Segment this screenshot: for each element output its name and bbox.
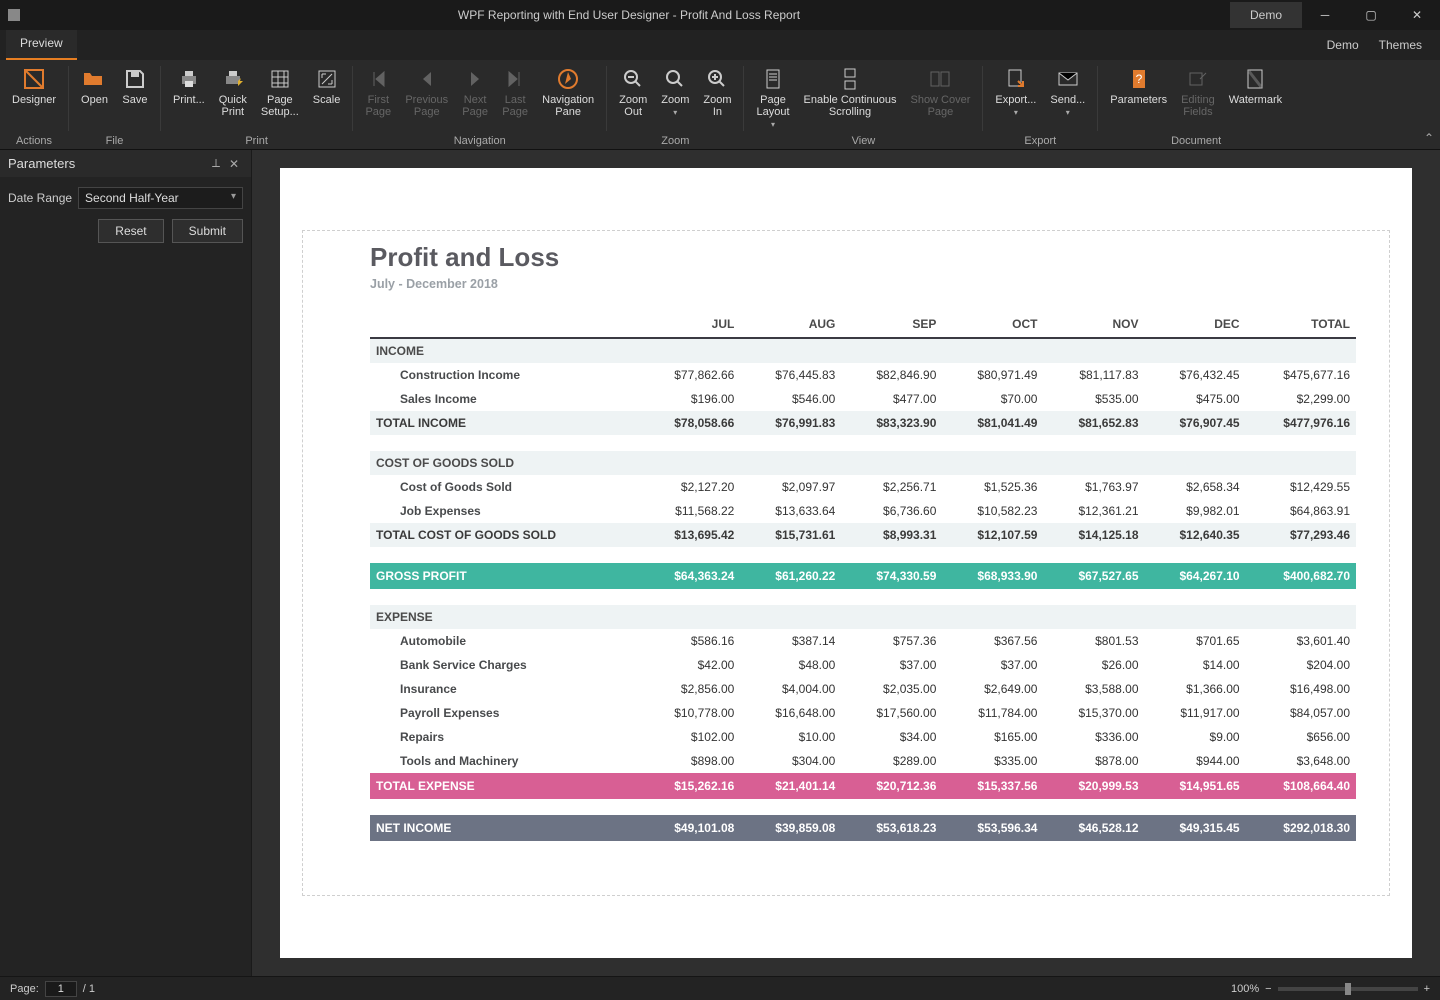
group-file-label: File (75, 133, 154, 147)
page-setup-button[interactable]: Page Setup... (255, 64, 305, 120)
close-button[interactable]: ✕ (1394, 0, 1440, 30)
zoom-value: 100% (1231, 983, 1259, 995)
first-page-button: First Page (359, 64, 397, 120)
scale-icon (314, 66, 340, 92)
last-page-button: Last Page (496, 64, 534, 120)
print-button[interactable]: Print... (167, 64, 211, 108)
parameters-panel: Parameters ⟂ ✕ Date Range Second Half-Ye… (0, 150, 252, 976)
continuous-scroll-button[interactable]: Enable Continuous Scrolling (798, 64, 903, 120)
group-document-label: Document (1104, 133, 1288, 147)
title-bar: WPF Reporting with End User Designer - P… (0, 0, 1440, 30)
page-layout-icon (760, 66, 786, 92)
folder-open-icon (81, 66, 107, 92)
window-title: WPF Reporting with End User Designer - P… (28, 8, 1230, 22)
page-label: Page: (10, 983, 39, 995)
zoom-in-button[interactable]: Zoom In (697, 64, 737, 120)
group-print-label: Print (167, 133, 346, 147)
envelope-icon (1055, 66, 1081, 92)
svg-text:?: ? (1135, 72, 1142, 86)
page-grid-icon (267, 66, 293, 92)
panel-close-icon[interactable]: ✕ (225, 157, 243, 171)
zoom-out-button[interactable]: Zoom Out (613, 64, 653, 120)
pin-icon[interactable]: ⟂ (207, 156, 225, 171)
zoom-slider[interactable] (1278, 987, 1418, 991)
cover-page-button: Show Cover Page (904, 64, 976, 120)
export-button[interactable]: Export... ▾ (989, 64, 1042, 119)
page-total: / 1 (83, 983, 95, 995)
open-button[interactable]: Open (75, 64, 114, 108)
zoom-in-icon (704, 66, 730, 92)
date-range-select[interactable]: Second Half-Year (78, 187, 243, 209)
report-page: Profit and Loss July - December 2018 JUL… (280, 168, 1412, 958)
save-icon (122, 66, 148, 92)
report-subtitle: July - December 2018 (370, 277, 1356, 291)
zoom-button[interactable]: Zoom ▾ (655, 64, 695, 119)
printer-bolt-icon (220, 66, 246, 92)
continuous-scroll-icon (837, 66, 863, 92)
demo-badge: Demo (1230, 2, 1302, 28)
group-actions-label: Actions (6, 133, 62, 147)
parameters-panel-title: Parameters (8, 156, 207, 171)
page-layout-button[interactable]: Page Layout ▾ (750, 64, 795, 131)
maximize-button[interactable]: ▢ (1348, 0, 1394, 30)
parameters-button[interactable]: ? Parameters (1104, 64, 1173, 108)
next-page-button: Next Page (456, 64, 494, 120)
zoom-in-small[interactable]: + (1424, 983, 1430, 995)
ribbon-collapse-button[interactable]: ⌃ (1424, 131, 1434, 145)
group-navigation-label: Navigation (359, 133, 600, 147)
parameters-icon: ? (1126, 66, 1152, 92)
page-number-input[interactable] (45, 981, 77, 997)
app-menu-icon[interactable] (8, 9, 20, 21)
save-button[interactable]: Save (116, 64, 154, 108)
status-bar: Page: / 1 100% − + (0, 976, 1440, 1000)
report-viewer[interactable]: Profit and Loss July - December 2018 JUL… (252, 150, 1440, 976)
cover-page-icon (927, 66, 953, 92)
watermark-button[interactable]: Watermark (1223, 64, 1288, 108)
date-range-label: Date Range (8, 191, 72, 205)
report-table: JULAUGSEPOCTNOVDECTOTALINCOMEConstructio… (370, 311, 1356, 841)
editing-fields-icon (1185, 66, 1211, 92)
navigation-pane-button[interactable]: Navigation Pane (536, 64, 600, 120)
last-page-icon (502, 66, 528, 92)
export-icon (1003, 66, 1029, 92)
group-export-label: Export (989, 133, 1091, 147)
zoom-out-small[interactable]: − (1265, 983, 1271, 995)
designer-icon (21, 66, 47, 92)
minimize-button[interactable]: ─ (1302, 0, 1348, 30)
designer-button[interactable]: Designer (6, 64, 62, 108)
first-page-icon (365, 66, 391, 92)
link-demo[interactable]: Demo (1327, 38, 1359, 52)
reset-button[interactable]: Reset (98, 219, 163, 243)
ribbon: Designer Actions Open Save File Print... (0, 60, 1440, 150)
report-title: Profit and Loss (370, 242, 1356, 273)
tab-strip: Preview Demo Themes (0, 30, 1440, 60)
scale-button[interactable]: Scale (307, 64, 347, 108)
group-zoom-label: Zoom (613, 133, 737, 147)
tab-preview[interactable]: Preview (6, 30, 77, 60)
compass-icon (555, 66, 581, 92)
link-themes[interactable]: Themes (1379, 38, 1422, 52)
previous-page-button: Previous Page (399, 64, 454, 120)
editing-fields-button: Editing Fields (1175, 64, 1221, 120)
next-icon (462, 66, 488, 92)
send-button[interactable]: Send... ▾ (1044, 64, 1091, 119)
submit-button[interactable]: Submit (172, 219, 243, 243)
quick-print-button[interactable]: Quick Print (213, 64, 253, 120)
prev-icon (414, 66, 440, 92)
group-view-label: View (750, 133, 976, 147)
watermark-icon (1242, 66, 1268, 92)
zoom-out-icon (620, 66, 646, 92)
printer-icon (176, 66, 202, 92)
zoom-icon (662, 66, 688, 92)
